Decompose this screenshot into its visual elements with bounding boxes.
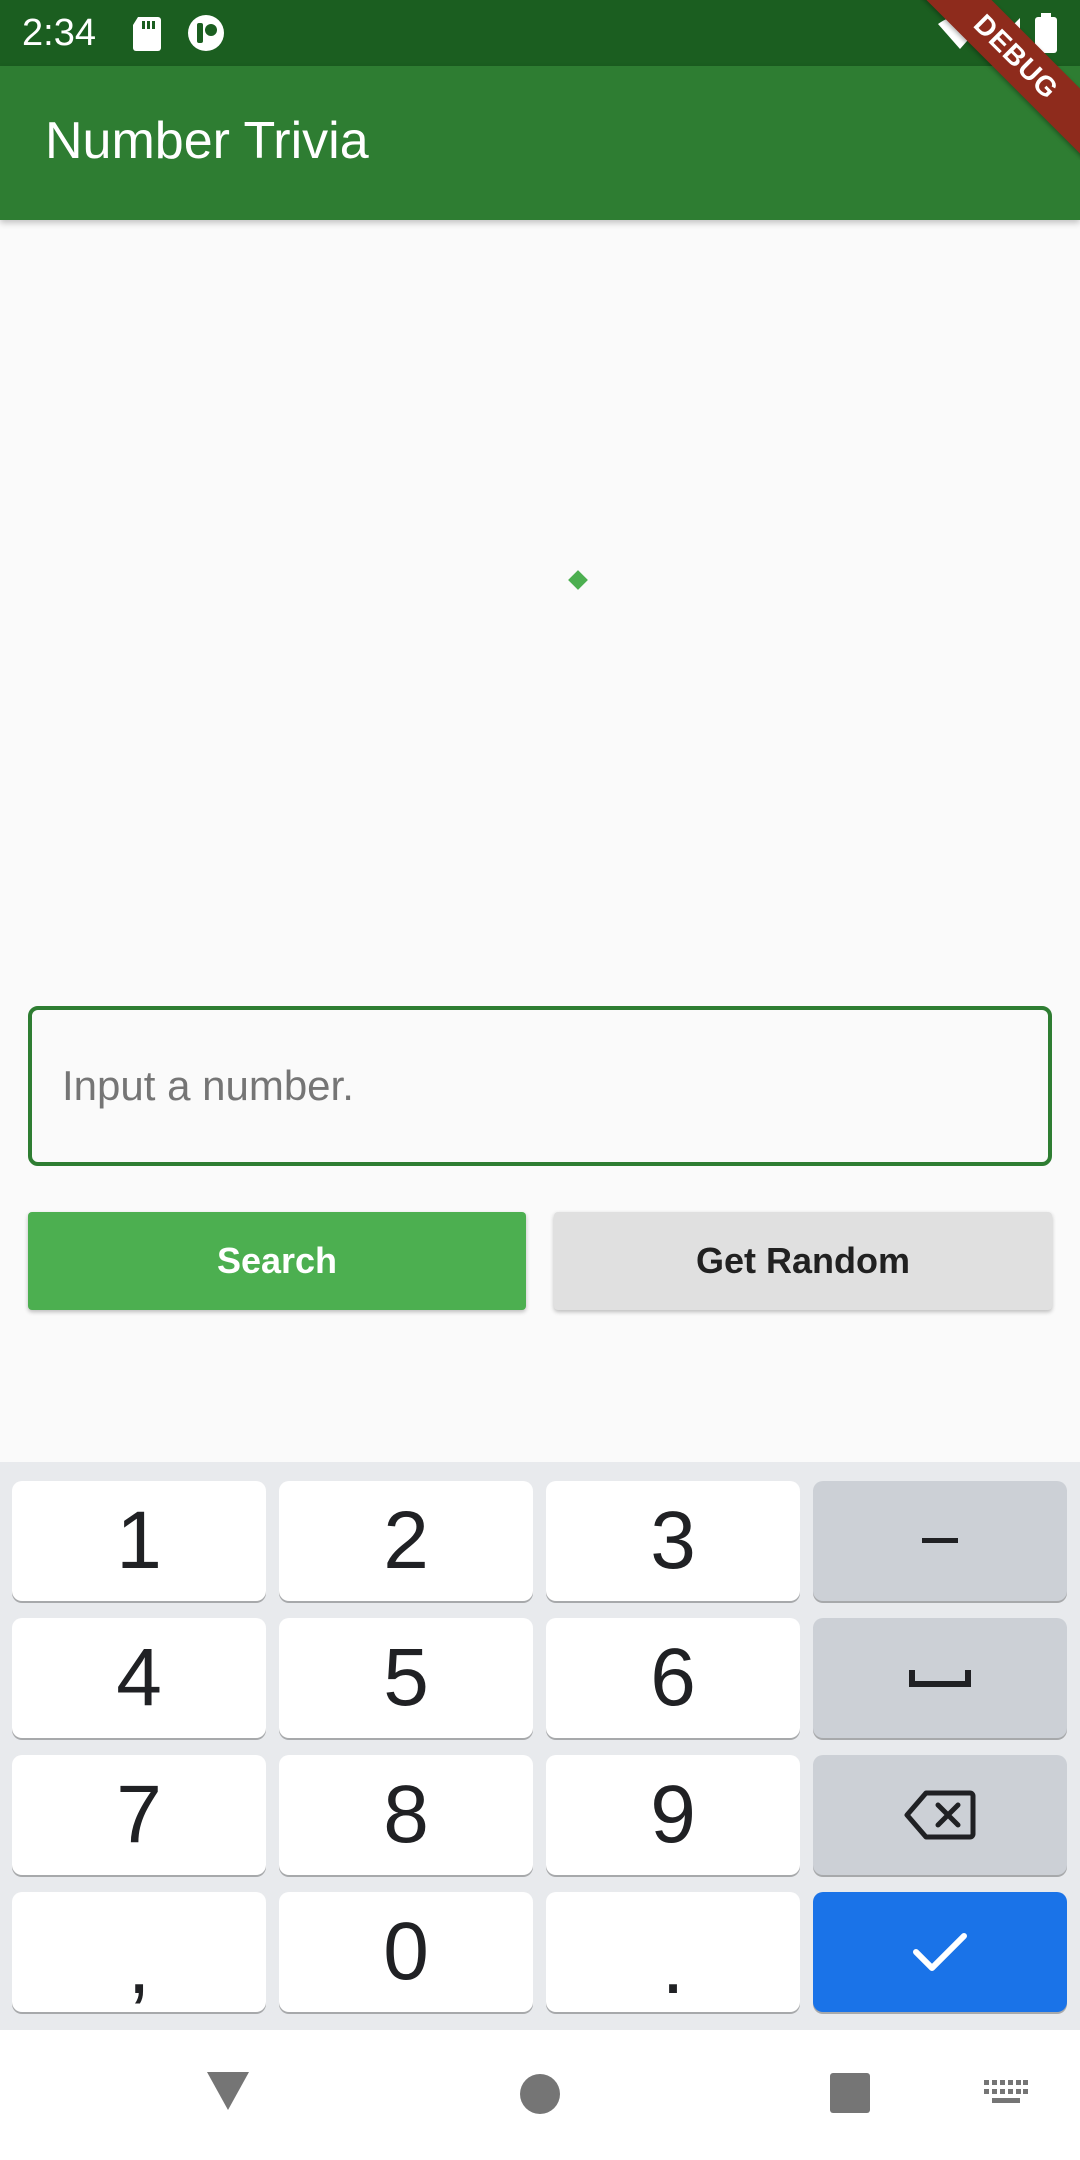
key-period-label: .: [661, 1920, 685, 2011]
backspace-icon: [904, 1790, 976, 1840]
number-input[interactable]: [32, 1010, 1048, 1162]
key-8[interactable]: 8: [279, 1755, 533, 1875]
key-3[interactable]: 3: [546, 1481, 800, 1601]
key-9-label: 9: [650, 1769, 696, 1860]
loading-indicator: [568, 570, 588, 590]
sd-card-icon: [133, 17, 161, 51]
minus-icon: [922, 1538, 958, 1543]
back-icon[interactable]: [205, 2070, 251, 2112]
key-7[interactable]: 7: [12, 1755, 266, 1875]
key-backspace[interactable]: [813, 1755, 1067, 1875]
key-minus[interactable]: [813, 1481, 1067, 1601]
keyboard-switch-icon[interactable]: [984, 2080, 1028, 2108]
battery-icon: [1035, 13, 1057, 53]
screen: 2:34 Number Trivia DEBUG Input a number.…: [0, 0, 1080, 2160]
key-1-label: 1: [116, 1495, 162, 1586]
key-4[interactable]: 4: [12, 1618, 266, 1738]
wifi-icon: [938, 16, 982, 49]
key-period[interactable]: .: [546, 1892, 800, 2012]
key-8-label: 8: [383, 1769, 429, 1860]
key-done[interactable]: [813, 1892, 1067, 2012]
checkmark-icon: [913, 1933, 967, 1971]
key-5-label: 5: [383, 1632, 429, 1723]
app-notification-icon: [188, 15, 224, 51]
get-random-button[interactable]: Get Random: [554, 1212, 1052, 1310]
key-0[interactable]: 0: [279, 1892, 533, 2012]
home-icon[interactable]: [519, 2073, 561, 2115]
number-field[interactable]: [28, 1006, 1052, 1166]
key-3-label: 3: [650, 1495, 696, 1586]
search-button[interactable]: Search: [28, 1212, 526, 1310]
signal-icon: [990, 18, 1020, 48]
status-bar: 2:34: [0, 0, 1080, 66]
numeric-keyboard: 1 2 3 4 5 6 7 8 9 , 0 .: [0, 1462, 1080, 2030]
app-title: Number Trivia: [45, 112, 369, 170]
key-7-label: 7: [116, 1769, 162, 1860]
key-9[interactable]: 9: [546, 1755, 800, 1875]
key-2-label: 2: [383, 1495, 429, 1586]
key-comma-label: ,: [127, 1920, 151, 2011]
key-comma[interactable]: ,: [12, 1892, 266, 2012]
key-6-label: 6: [650, 1632, 696, 1723]
app-bar: Number Trivia: [0, 66, 1080, 220]
key-2[interactable]: 2: [279, 1481, 533, 1601]
key-4-label: 4: [116, 1632, 162, 1723]
recents-icon[interactable]: [829, 2072, 871, 2114]
key-6[interactable]: 6: [546, 1618, 800, 1738]
key-space[interactable]: [813, 1618, 1067, 1738]
status-time: 2:34: [22, 12, 96, 54]
key-1[interactable]: 1: [12, 1481, 266, 1601]
key-5[interactable]: 5: [279, 1618, 533, 1738]
navigation-bar: [0, 2030, 1080, 2160]
key-0-label: 0: [383, 1906, 429, 1997]
space-icon: [909, 1670, 971, 1687]
